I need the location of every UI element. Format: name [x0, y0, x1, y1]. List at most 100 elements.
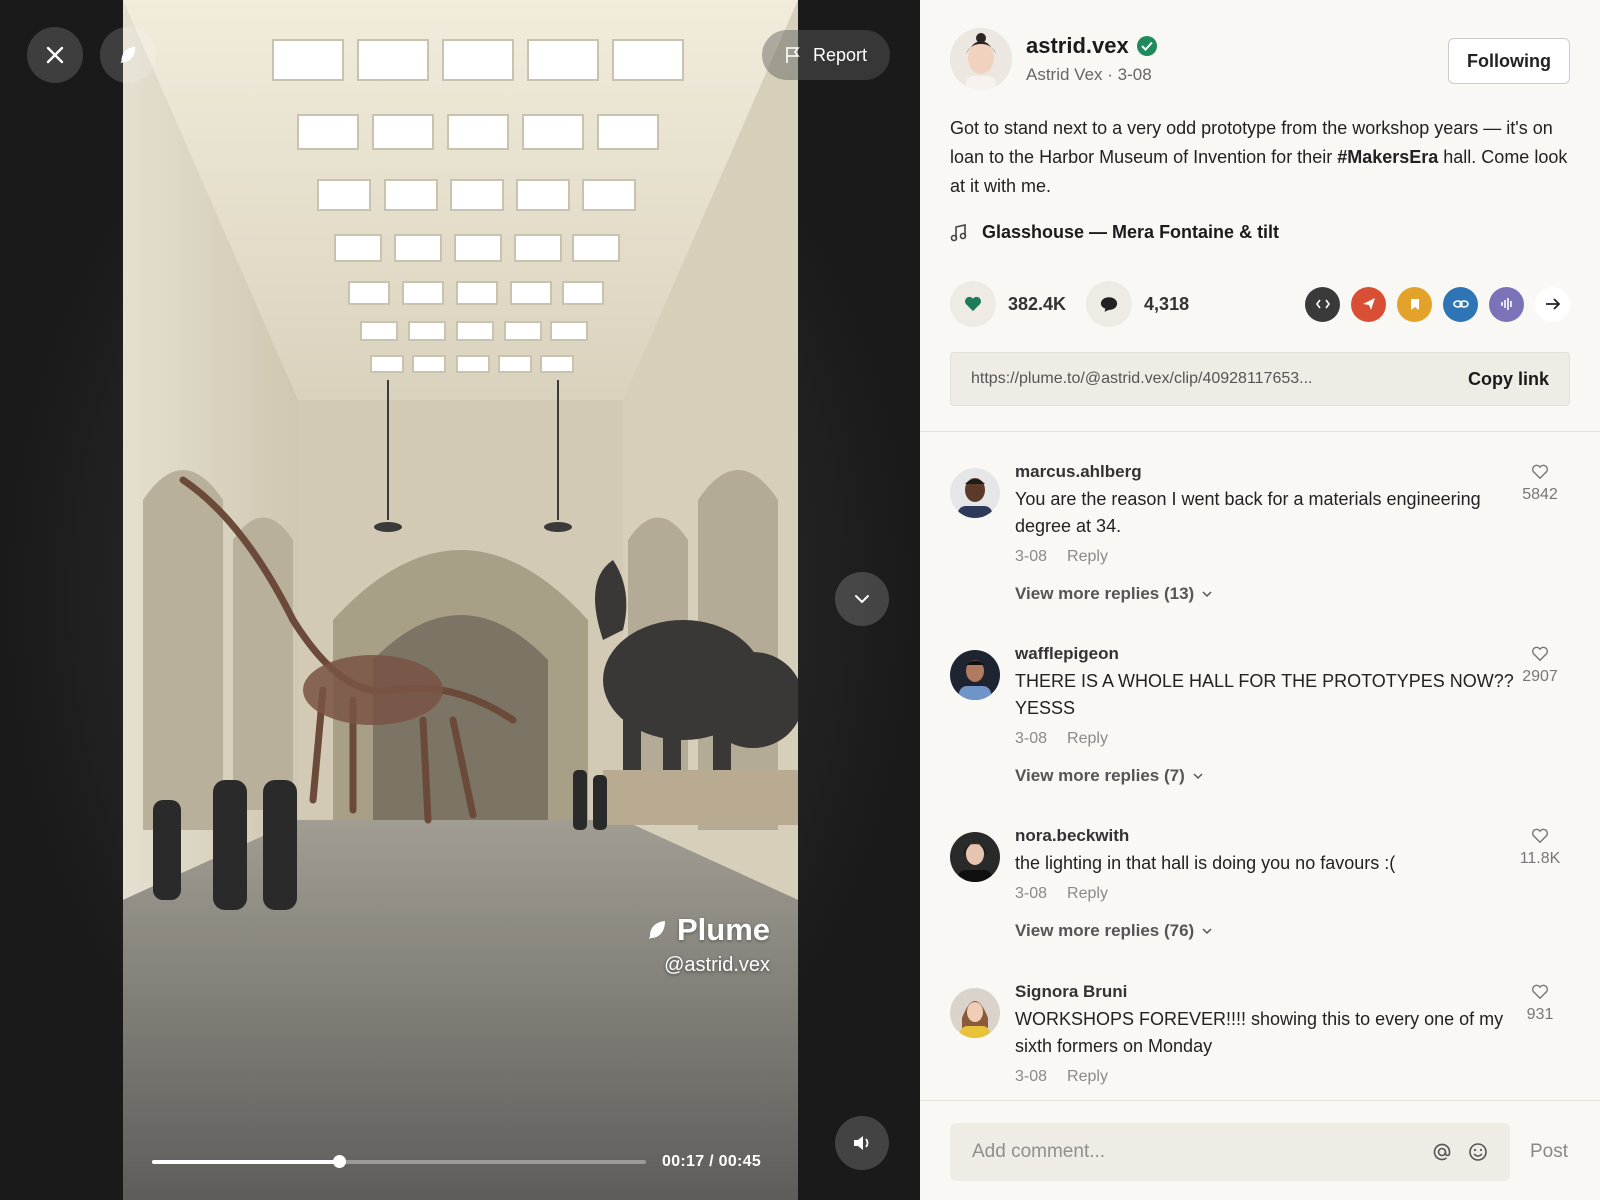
comment-like-count: 11.8K — [1519, 850, 1561, 867]
engagement-bar: 382.4K 4,318 — [950, 280, 1570, 328]
comment-input[interactable] — [972, 1141, 1432, 1163]
report-label: Report — [812, 44, 868, 65]
music-note-icon — [950, 223, 967, 241]
comment-button[interactable] — [1086, 281, 1133, 327]
close-button[interactable] — [27, 27, 83, 83]
music-title: Glasshouse — Mera Fontaine & tilt — [982, 222, 1280, 242]
view-replies-label: View more replies (13) — [1015, 584, 1195, 603]
bookmark-icon — [1410, 298, 1419, 310]
author-avatar[interactable] — [950, 28, 1012, 90]
commenter-name[interactable]: marcus.ahlberg — [1015, 462, 1515, 482]
chevron-down-icon — [855, 595, 869, 604]
reply-button[interactable]: Reply — [1067, 885, 1108, 903]
author-subline: Astrid Vex · 3-08 — [1026, 65, 1152, 84]
progress-knob[interactable] — [332, 1155, 346, 1168]
following-button[interactable]: Following — [1448, 38, 1570, 84]
commenter-avatar[interactable] — [950, 650, 1000, 700]
author-display-name: Astrid Vex — [1026, 65, 1103, 84]
volume-button[interactable] — [835, 1116, 889, 1170]
commenter-name[interactable]: Signora Bruni — [1015, 982, 1515, 1002]
post-caption: Got to stand next to a very odd prototyp… — [950, 114, 1570, 201]
post-button[interactable]: Post — [1530, 1141, 1568, 1163]
share-options — [1305, 286, 1570, 322]
next-video-button[interactable] — [835, 572, 889, 626]
emoji-icon[interactable] — [1468, 1142, 1488, 1162]
heart-outline-icon — [1532, 646, 1548, 662]
hashtag-link[interactable]: #MakersEra — [1337, 147, 1438, 167]
time-display: 00:17 / 00:45 — [662, 1153, 762, 1170]
comment-date: 3-08 — [1015, 730, 1048, 747]
progress-bar[interactable] — [152, 1155, 646, 1168]
embed-share-button[interactable] — [1305, 286, 1340, 322]
chain-link-icon — [1452, 300, 1469, 308]
chevron-down-icon — [1202, 927, 1212, 934]
view-replies-button[interactable]: View more replies (76) — [1015, 921, 1515, 941]
speaker-icon — [854, 1136, 869, 1150]
comment-composer: Post — [920, 1100, 1600, 1200]
comment-like-button[interactable]: 11.8K — [1510, 826, 1570, 868]
reply-button[interactable]: Reply — [1067, 1068, 1108, 1086]
bookmark-share-button[interactable] — [1397, 286, 1432, 322]
commenter-avatar[interactable] — [950, 468, 1000, 518]
heart-outline-icon — [1532, 984, 1548, 1000]
share-link-box: https://plume.to/@astrid.vex/clip/409281… — [950, 352, 1570, 406]
comment-text: THERE IS A WHOLE HALL FOR THE PROTOTYPES… — [1015, 671, 1514, 718]
commenter-name[interactable]: wafflepigeon — [1015, 644, 1515, 664]
comment-text: the lighting in that hall is doing you n… — [1015, 853, 1396, 873]
commenter-avatar[interactable] — [950, 988, 1000, 1038]
verified-icon — [1136, 36, 1157, 56]
comment-list[interactable]: marcus.ahlberg You are the reason I went… — [920, 432, 1600, 1100]
like-button[interactable] — [950, 281, 996, 327]
comment-like-count: 931 — [1526, 1006, 1554, 1023]
author-handle[interactable]: astrid.vex — [1026, 33, 1129, 59]
music-track[interactable]: Glasshouse — Mera Fontaine & tilt — [950, 222, 1279, 243]
avatar-image — [950, 28, 1012, 90]
comment-like-button[interactable]: 5842 — [1510, 462, 1570, 504]
comment-text: You are the reason I went back for a mat… — [1015, 489, 1481, 536]
watermark-handle: @astrid.vex — [664, 954, 770, 976]
commenter-name[interactable]: nora.beckwith — [1015, 826, 1515, 846]
video-frame[interactable] — [123, 0, 798, 1200]
author-block: astrid.vex Astrid Vex · 3-08 — [950, 28, 1157, 90]
comment-date: 3-08 — [1015, 548, 1048, 565]
waveform-icon — [1500, 298, 1512, 310]
avatar-image — [950, 832, 1000, 882]
comment-date: 3-08 — [1015, 885, 1048, 902]
link-share-button[interactable] — [1443, 286, 1478, 322]
like-count: 382.4K — [1008, 293, 1067, 314]
avatar-image — [950, 988, 1000, 1038]
comment-like-count: 5842 — [1522, 486, 1558, 503]
comment-count: 4,318 — [1144, 293, 1190, 314]
progress-fill — [152, 1160, 339, 1164]
copy-link-button[interactable]: Copy link — [1468, 369, 1549, 390]
code-icon — [1315, 299, 1330, 309]
flag-icon — [786, 47, 800, 63]
reply-button[interactable]: Reply — [1067, 730, 1108, 748]
commenter-avatar[interactable] — [950, 832, 1000, 882]
comment-like-count: 2907 — [1522, 668, 1558, 685]
post-date: 3-08 — [1117, 65, 1152, 84]
comment-like-button[interactable]: 931 — [1510, 982, 1570, 1024]
reply-button[interactable]: Reply — [1067, 548, 1108, 566]
comment-text: WORKSHOPS FOREVER!!!! showing this to ev… — [1015, 1009, 1504, 1056]
brand-button[interactable] — [100, 27, 156, 83]
view-replies-label: View more replies (7) — [1015, 766, 1185, 785]
close-icon — [46, 46, 64, 64]
comment-like-button[interactable]: 2907 — [1510, 644, 1570, 686]
view-replies-button[interactable]: View more replies (13) — [1015, 584, 1515, 604]
feather-icon — [120, 46, 136, 64]
mention-icon[interactable] — [1432, 1142, 1452, 1162]
chevron-down-icon — [1193, 772, 1203, 779]
chevron-down-icon — [1202, 590, 1212, 597]
comment-input-box — [950, 1123, 1510, 1181]
share-link-url[interactable]: https://plume.to/@astrid.vex/clip/409281… — [971, 370, 1468, 388]
send-share-button[interactable] — [1351, 286, 1386, 322]
paper-plane-icon — [1362, 298, 1375, 310]
watermark-brand: Plume — [676, 912, 770, 947]
report-button[interactable]: Report — [762, 30, 890, 80]
view-replies-button[interactable]: View more replies (7) — [1015, 766, 1515, 786]
more-share-button[interactable] — [1535, 286, 1570, 322]
comment-date: 3-08 — [1015, 1068, 1048, 1085]
heart-outline-icon — [1532, 464, 1548, 480]
audio-share-button[interactable] — [1489, 286, 1524, 322]
